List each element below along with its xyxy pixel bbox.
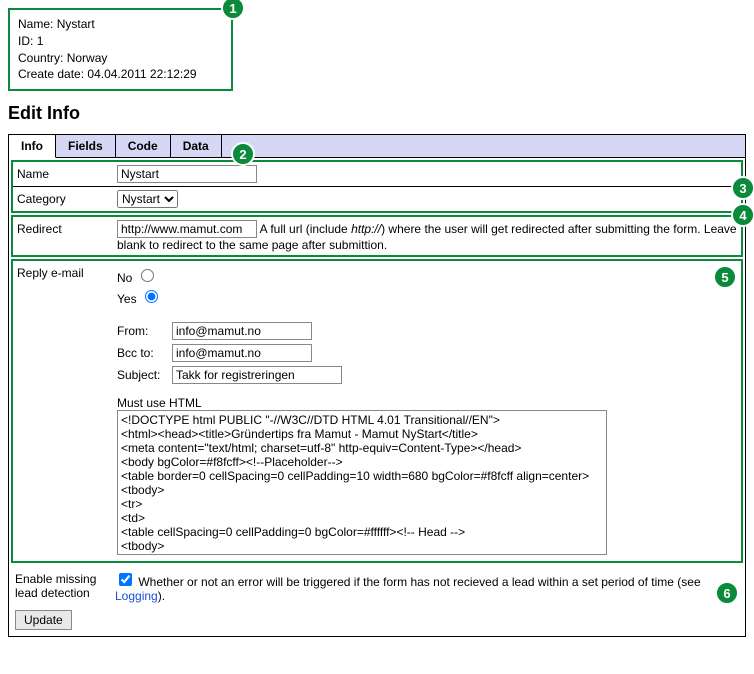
tab-data[interactable]: Data: [171, 135, 222, 157]
summary-country: Country: Norway: [18, 50, 223, 67]
radio-no-label: No: [117, 271, 132, 285]
row-reply: Reply e-mail No Yes From:: [13, 261, 741, 561]
label-lead-detection: Enable missinglead detection: [15, 569, 115, 603]
select-category[interactable]: Nystart: [117, 190, 178, 208]
tab-info[interactable]: Info: [9, 135, 56, 158]
row-lead-detection: Enable missinglead detection Whether or …: [11, 567, 743, 606]
checkbox-lead-detection[interactable]: [119, 573, 132, 586]
radio-line-yes: Yes: [117, 287, 737, 306]
label-subject: Subject:: [117, 368, 172, 382]
group-lead-detection: Enable missinglead detection Whether or …: [11, 567, 743, 606]
tab-code[interactable]: Code: [116, 135, 171, 157]
label-reply: Reply e-mail: [17, 263, 117, 283]
hint-lead-detection: Whether or not an error will be triggere…: [115, 575, 701, 603]
field-bcc: Bcc to:: [117, 344, 737, 362]
input-from[interactable]: [172, 322, 312, 340]
summary-create-date: Create date: 04.04.2011 22:12:29: [18, 66, 223, 83]
radio-line-no: No: [117, 266, 737, 285]
radio-yes-label: Yes: [117, 292, 137, 306]
radio-yes[interactable]: [145, 290, 158, 303]
input-subject[interactable]: [172, 366, 342, 384]
callout-badge-1: 1: [221, 0, 245, 20]
label-name: Name: [17, 164, 117, 184]
label-from: From:: [117, 324, 172, 338]
row-category: Category Nystart: [13, 186, 741, 211]
record-summary-box: 1 Name: Nystart ID: 1 Country: Norway Cr…: [8, 8, 233, 91]
label-must-use-html: Must use HTML: [117, 396, 737, 410]
callout-badge-3: 3: [731, 176, 754, 200]
radio-no[interactable]: [141, 269, 154, 282]
row-redirect: Redirect A full url (include http://) wh…: [13, 217, 741, 255]
input-redirect[interactable]: [117, 220, 257, 238]
input-bcc[interactable]: [172, 344, 312, 362]
callout-badge-4: 4: [731, 203, 754, 227]
group-reply-email: Reply e-mail No Yes From:: [11, 259, 743, 563]
form-area: Name Category Nystart 3 Redirect: [9, 158, 745, 636]
tab-row: Info Fields Code Data 2: [9, 135, 745, 158]
tab-filler: [222, 135, 745, 157]
group-redirect: Redirect A full url (include http://) wh…: [11, 215, 743, 257]
field-from: From:: [117, 322, 737, 340]
callout-badge-2: 2: [231, 142, 255, 166]
link-logging[interactable]: Logging: [115, 589, 158, 603]
field-subject: Subject:: [117, 366, 737, 384]
label-redirect: Redirect: [17, 219, 117, 239]
label-category: Category: [17, 189, 117, 209]
tab-fields[interactable]: Fields: [56, 135, 116, 157]
edit-panel: Info Fields Code Data 2 Name Category Ny…: [8, 134, 746, 637]
textarea-html-body[interactable]: [117, 410, 607, 555]
summary-id: ID: 1: [18, 33, 223, 50]
page-title: Edit Info: [8, 103, 746, 124]
summary-name: Name: Nystart: [18, 16, 223, 33]
row-name: Name: [13, 162, 741, 186]
input-name[interactable]: [117, 165, 257, 183]
update-button[interactable]: Update: [15, 610, 72, 630]
callout-badge-6: 6: [715, 581, 739, 605]
group-name-category: Name Category Nystart 3: [11, 160, 743, 213]
label-bcc: Bcc to:: [117, 346, 172, 360]
callout-badge-5: 5: [713, 265, 737, 289]
